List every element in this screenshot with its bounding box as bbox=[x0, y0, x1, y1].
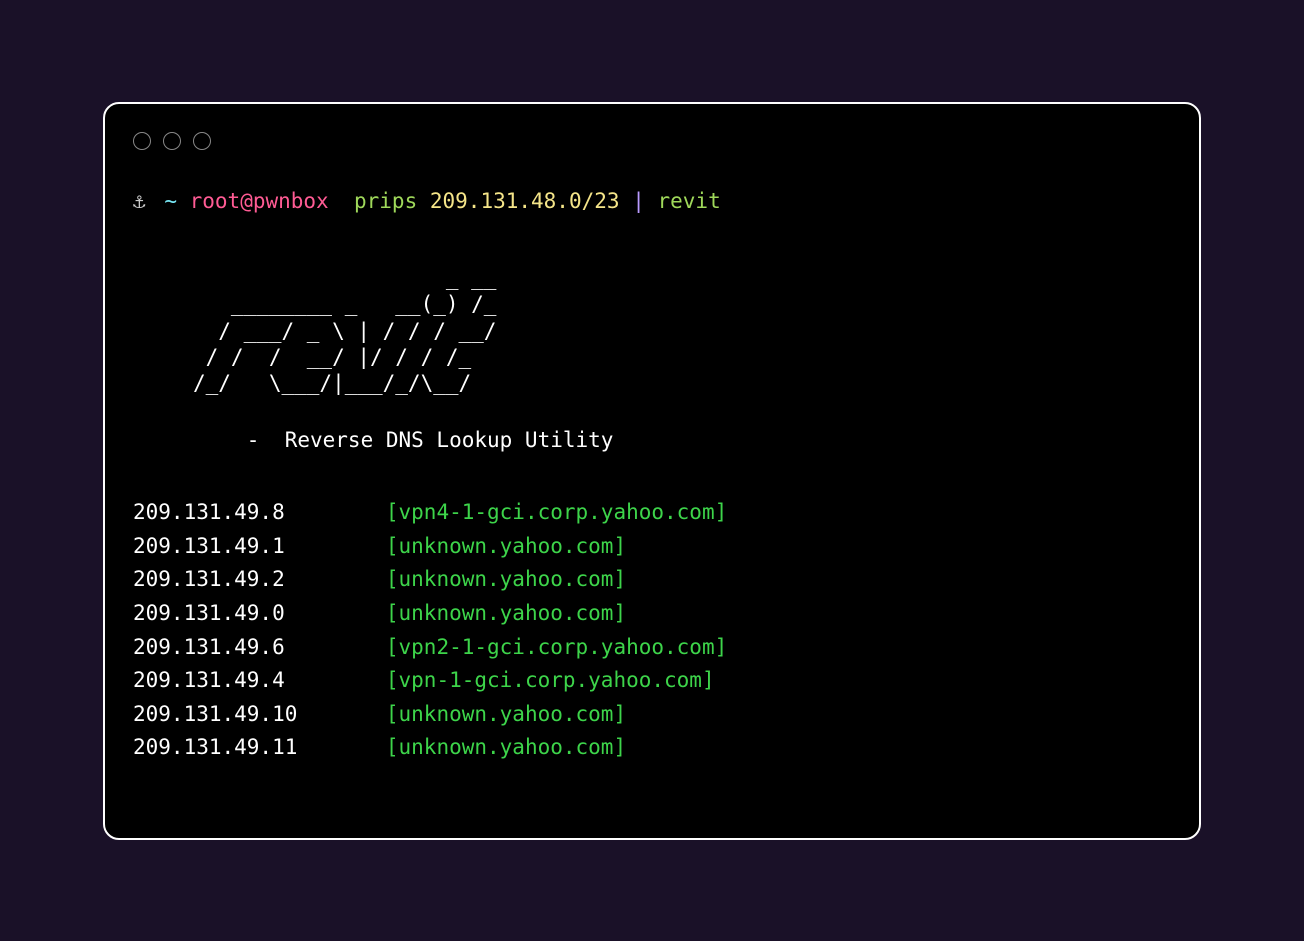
prompt-user-host: root@pwnbox bbox=[190, 189, 329, 213]
result-ip: 209.131.49.2 bbox=[133, 567, 386, 591]
result-hostname: [unknown.yahoo.com] bbox=[386, 735, 626, 759]
result-row: 209.131.49.1 [unknown.yahoo.com] bbox=[133, 530, 1171, 564]
result-row: 209.131.49.10 [unknown.yahoo.com] bbox=[133, 698, 1171, 732]
result-row: 209.131.49.0 [unknown.yahoo.com] bbox=[133, 597, 1171, 631]
result-hostname: [vpn2-1-gci.corp.yahoo.com] bbox=[386, 635, 727, 659]
results-list: 209.131.49.8 [vpn4-1-gci.corp.yahoo.com]… bbox=[133, 496, 1171, 765]
result-ip: 209.131.49.0 bbox=[133, 601, 386, 625]
app-subtitle: - Reverse DNS Lookup Utility bbox=[133, 428, 1171, 452]
result-ip: 209.131.49.10 bbox=[133, 702, 386, 726]
window-maximize-button[interactable] bbox=[193, 132, 211, 150]
result-ip: 209.131.49.6 bbox=[133, 635, 386, 659]
result-hostname: [unknown.yahoo.com] bbox=[386, 534, 626, 558]
result-ip: 209.131.49.11 bbox=[133, 735, 386, 759]
result-row: 209.131.49.11 [unknown.yahoo.com] bbox=[133, 731, 1171, 765]
result-hostname: [unknown.yahoo.com] bbox=[386, 702, 626, 726]
window-close-button[interactable] bbox=[133, 132, 151, 150]
result-ip: 209.131.49.4 bbox=[133, 668, 386, 692]
command-args: 209.131.48.0/23 bbox=[430, 189, 620, 213]
pipe-symbol: | bbox=[632, 189, 645, 213]
result-ip: 209.131.49.8 bbox=[133, 500, 386, 524]
result-hostname: [unknown.yahoo.com] bbox=[386, 601, 626, 625]
command-revit: revit bbox=[658, 189, 721, 213]
ascii-logo: _ __ ________ _ __(_) /_ / ___/ _ \ | / … bbox=[193, 265, 1171, 396]
result-row: 209.131.49.4 [vpn-1-gci.corp.yahoo.com] bbox=[133, 664, 1171, 698]
result-row: 209.131.49.6 [vpn2-1-gci.corp.yahoo.com] bbox=[133, 631, 1171, 665]
command-prips: prips bbox=[354, 189, 417, 213]
prompt-tilde: ~ bbox=[164, 189, 177, 213]
anchor-icon: ⚓ bbox=[133, 189, 146, 213]
window-controls bbox=[133, 132, 1171, 150]
result-hostname: [unknown.yahoo.com] bbox=[386, 567, 626, 591]
prompt-line[interactable]: ⚓ ~ root@pwnbox prips 209.131.48.0/23 | … bbox=[133, 186, 1171, 218]
result-hostname: [vpn-1-gci.corp.yahoo.com] bbox=[386, 668, 715, 692]
result-hostname: [vpn4-1-gci.corp.yahoo.com] bbox=[386, 500, 727, 524]
result-row: 209.131.49.8 [vpn4-1-gci.corp.yahoo.com] bbox=[133, 496, 1171, 530]
terminal-window: ⚓ ~ root@pwnbox prips 209.131.48.0/23 | … bbox=[103, 102, 1201, 840]
result-row: 209.131.49.2 [unknown.yahoo.com] bbox=[133, 563, 1171, 597]
result-ip: 209.131.49.1 bbox=[133, 534, 386, 558]
window-minimize-button[interactable] bbox=[163, 132, 181, 150]
